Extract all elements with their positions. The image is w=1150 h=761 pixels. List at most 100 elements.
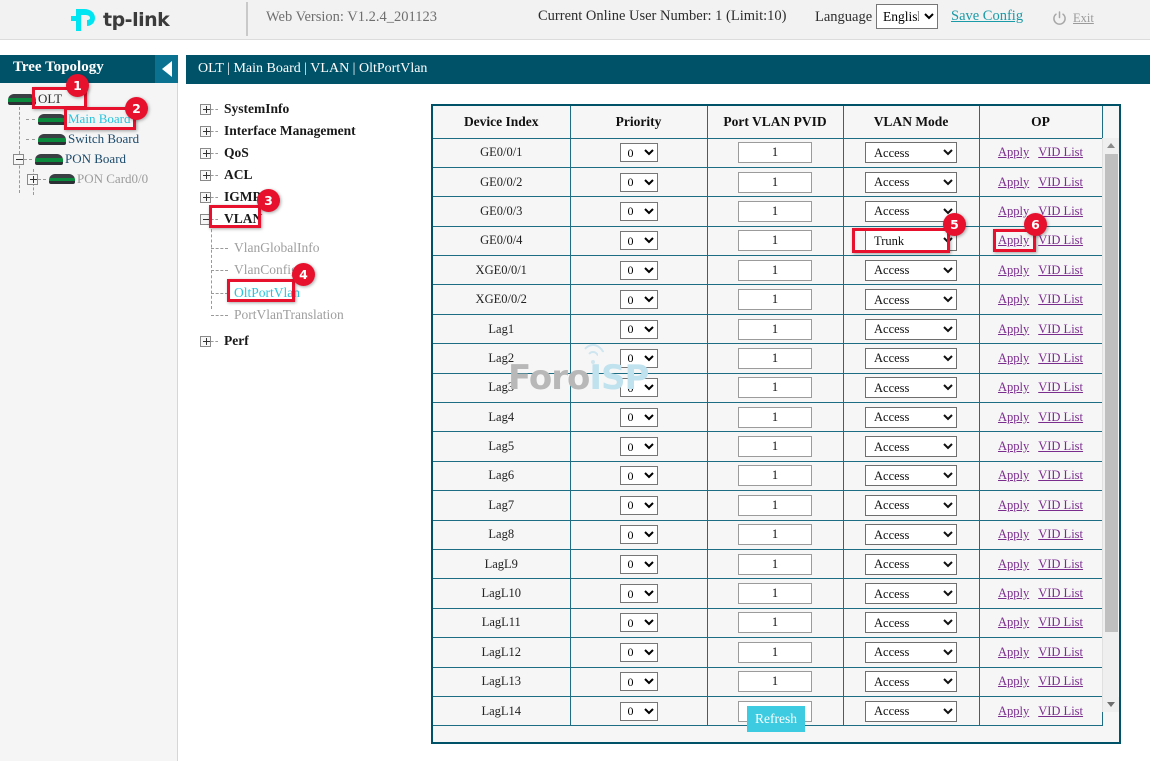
refresh-button[interactable]: Refresh: [747, 706, 805, 732]
vlan-mode-select[interactable]: AccessTrunkHybrid: [865, 671, 957, 692]
priority-select[interactable]: 01234567: [620, 143, 658, 162]
apply-link[interactable]: Apply: [998, 145, 1029, 159]
priority-select[interactable]: 01234567: [620, 320, 658, 339]
apply-link[interactable]: Apply: [998, 175, 1029, 189]
expand-plus-icon[interactable]: [200, 126, 211, 137]
expand-plus-icon[interactable]: [200, 148, 211, 159]
apply-link[interactable]: Apply: [998, 439, 1029, 453]
menu-item-vlan[interactable]: VLAN: [200, 210, 262, 228]
apply-link[interactable]: Apply: [998, 322, 1029, 336]
pvid-input[interactable]: [738, 172, 812, 193]
apply-link[interactable]: Apply: [998, 351, 1029, 365]
vid-list-link[interactable]: VID List: [1038, 351, 1083, 365]
apply-link[interactable]: Apply: [998, 527, 1029, 541]
priority-select[interactable]: 01234567: [620, 466, 658, 485]
vid-list-link[interactable]: VID List: [1038, 204, 1083, 218]
vid-list-link[interactable]: VID List: [1038, 645, 1083, 659]
priority-select[interactable]: 01234567: [620, 496, 658, 515]
vid-list-link[interactable]: VID List: [1038, 468, 1083, 482]
tree-item-switch-board[interactable]: Switch Board: [26, 129, 139, 149]
priority-select[interactable]: 01234567: [620, 173, 658, 192]
pvid-input[interactable]: [738, 289, 812, 310]
vid-list-link[interactable]: VID List: [1038, 557, 1083, 571]
apply-link[interactable]: Apply: [998, 674, 1029, 688]
vid-list-link[interactable]: VID List: [1038, 292, 1083, 306]
pvid-input[interactable]: [738, 230, 812, 251]
priority-select[interactable]: 01234567: [620, 555, 658, 574]
menu-item-systeminfo[interactable]: SystemInfo: [200, 100, 289, 118]
apply-link[interactable]: Apply: [998, 204, 1029, 218]
expand-plus-icon[interactable]: [200, 192, 211, 203]
vid-list-link[interactable]: VID List: [1038, 586, 1083, 600]
vid-list-link[interactable]: VID List: [1038, 233, 1083, 247]
priority-select[interactable]: 01234567: [620, 202, 658, 221]
apply-link[interactable]: Apply: [998, 380, 1029, 394]
menu-item-acl[interactable]: ACL: [200, 166, 253, 184]
pvid-input[interactable]: [738, 436, 812, 457]
menu-item-vlanconfig[interactable]: VlanConfig: [211, 261, 298, 279]
priority-select[interactable]: 01234567: [620, 261, 658, 280]
apply-link[interactable]: Apply: [998, 557, 1029, 571]
exit-link[interactable]: Exit: [1073, 11, 1094, 26]
vid-list-link[interactable]: VID List: [1038, 380, 1083, 394]
vid-list-link[interactable]: VID List: [1038, 145, 1083, 159]
apply-link[interactable]: Apply: [998, 292, 1029, 306]
collapse-panel-button[interactable]: [155, 55, 178, 83]
collapse-minus-icon[interactable]: [200, 214, 211, 225]
expand-plus-icon[interactable]: [200, 170, 211, 181]
vlan-mode-select[interactable]: AccessTrunkHybrid: [865, 377, 957, 398]
expand-plus-icon[interactable]: [200, 336, 211, 347]
tree-item-main-board[interactable]: Main Board: [26, 109, 130, 129]
vid-list-link[interactable]: VID List: [1038, 439, 1083, 453]
menu-item-qos[interactable]: QoS: [200, 144, 249, 162]
priority-select[interactable]: 01234567: [620, 349, 658, 368]
tree-item-pon-board[interactable]: PON Board: [13, 149, 126, 169]
pvid-input[interactable]: [738, 465, 812, 486]
priority-select[interactable]: 01234567: [620, 290, 658, 309]
pvid-input[interactable]: [738, 554, 812, 575]
priority-select[interactable]: 01234567: [620, 672, 658, 691]
table-scrollbar[interactable]: [1102, 138, 1118, 712]
apply-link[interactable]: Apply: [998, 586, 1029, 600]
pvid-input[interactable]: [738, 642, 812, 663]
menu-item-igmp[interactable]: IGMP: [200, 188, 261, 206]
menu-item-interface-management[interactable]: Interface Management: [200, 122, 356, 140]
expand-plus-icon[interactable]: [200, 104, 211, 115]
tree-toggle-minus-icon[interactable]: [13, 154, 24, 165]
vlan-mode-select[interactable]: AccessTrunkHybrid: [865, 612, 957, 633]
vid-list-link[interactable]: VID List: [1038, 498, 1083, 512]
apply-link[interactable]: Apply: [998, 468, 1029, 482]
vlan-mode-select[interactable]: AccessTrunkHybrid: [865, 583, 957, 604]
language-select[interactable]: English: [876, 4, 938, 29]
menu-item-portvlantranslation[interactable]: PortVlanTranslation: [211, 306, 344, 324]
priority-select[interactable]: 01234567: [620, 231, 658, 250]
pvid-input[interactable]: [738, 319, 812, 340]
apply-link[interactable]: Apply: [998, 498, 1029, 512]
tree-item-pon-card[interactable]: PON Card0/0: [27, 169, 148, 189]
vid-list-link[interactable]: VID List: [1038, 175, 1083, 189]
vlan-mode-select[interactable]: AccessTrunkHybrid: [865, 142, 957, 163]
pvid-input[interactable]: [738, 201, 812, 222]
tree-item-olt[interactable]: OLT: [8, 89, 62, 109]
vid-list-link[interactable]: VID List: [1038, 615, 1083, 629]
priority-select[interactable]: 01234567: [620, 525, 658, 544]
vlan-mode-select[interactable]: AccessTrunkHybrid: [865, 172, 957, 193]
vlan-mode-select[interactable]: AccessTrunkHybrid: [865, 260, 957, 281]
priority-select[interactable]: 01234567: [620, 643, 658, 662]
pvid-input[interactable]: [738, 377, 812, 398]
menu-item-oltportvlan[interactable]: OltPortVlan: [211, 284, 300, 302]
pvid-input[interactable]: [738, 495, 812, 516]
vid-list-link[interactable]: VID List: [1038, 322, 1083, 336]
priority-select[interactable]: 01234567: [620, 584, 658, 603]
priority-select[interactable]: 01234567: [620, 613, 658, 632]
save-config-link[interactable]: Save Config: [951, 8, 1023, 25]
vlan-mode-select[interactable]: AccessTrunkHybrid: [865, 524, 957, 545]
priority-select[interactable]: 01234567: [620, 378, 658, 397]
scrollbar-thumb[interactable]: [1105, 154, 1118, 632]
vlan-mode-select[interactable]: AccessTrunkHybrid: [865, 465, 957, 486]
vlan-mode-select[interactable]: AccessTrunkHybrid: [865, 554, 957, 575]
vlan-mode-select[interactable]: AccessTrunkHybrid: [865, 495, 957, 516]
pvid-input[interactable]: [738, 524, 812, 545]
apply-link[interactable]: Apply: [998, 615, 1029, 629]
vlan-mode-select[interactable]: AccessTrunkHybrid: [865, 642, 957, 663]
